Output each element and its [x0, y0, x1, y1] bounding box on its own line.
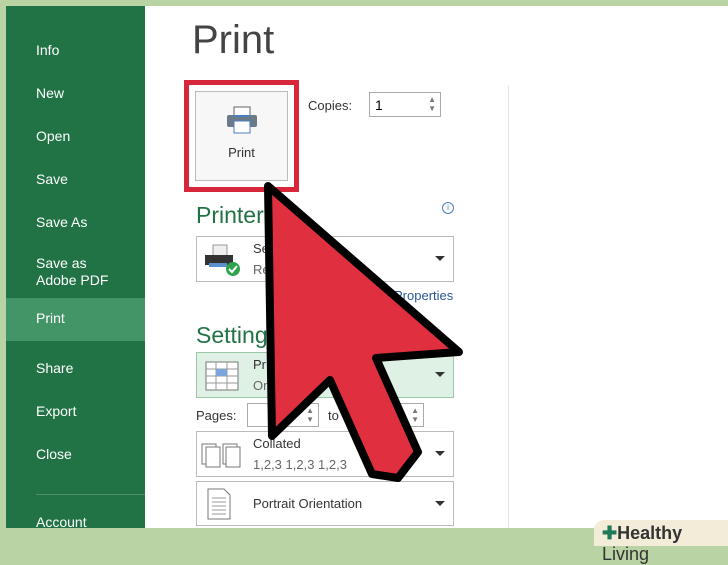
- watermark: ✚Healthy Living: [594, 520, 728, 564]
- pointer-arrow-annotation: [264, 182, 463, 482]
- plus-icon: ✚: [602, 523, 618, 543]
- watermark-brand: Living: [602, 544, 650, 564]
- watermark-brand-bold: Healthy: [617, 523, 683, 543]
